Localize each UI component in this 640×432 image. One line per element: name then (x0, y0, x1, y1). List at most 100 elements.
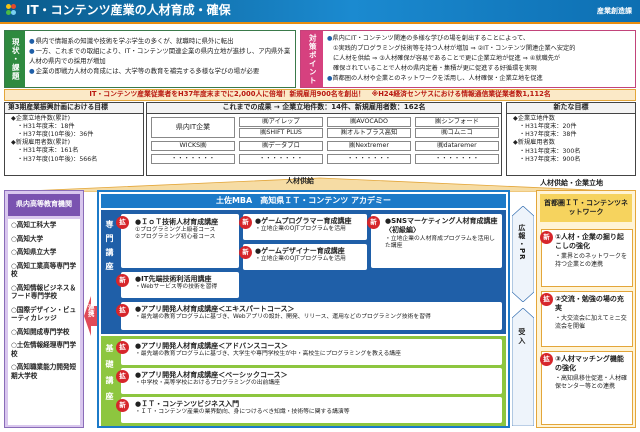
company-cell: ㈱コムニコ (415, 128, 499, 138)
page-header: IT・コンテンツ産業の人材育成・確保 産業創造課 (0, 0, 640, 24)
course-desc: ・立地企業のOJTプログラムを活用 (255, 255, 346, 262)
ukeire-arrow-icon (512, 308, 534, 426)
policy-section: 対策ポイント ●県内にIT・コンテンツ関連の多様な学びの場を創出することによって… (300, 30, 636, 88)
expand-badge: 拡 (116, 370, 129, 383)
course-title: ●ゲームデザイナー育成講座 (255, 247, 345, 255)
expand-badge: 拡 (540, 293, 553, 306)
course-title: ●SNSマーケティング人材育成講座〈初級編〉 (385, 217, 498, 234)
course-card: ●アプリ開発人材育成講座＜エキスパートコース＞ ・最先端の教育プログラムに基づき… (121, 302, 502, 330)
pr-label: 広報・PR (517, 224, 526, 261)
policy-line: に人材を供給 ⇒ ③人材確保が容易であることで更に企業立地が促進 ⇒ ④就職先が (333, 55, 561, 62)
course-title: ●ＩＴ・コンテンツビジネス入門 (135, 400, 240, 408)
ukeire-label: 受入 (517, 328, 526, 346)
network-item: ①人材・企業の掘り起こしの強化 ・業界とのネットワークを持つ企業との連携 (541, 229, 633, 287)
supply-right-label: 人材供給・企業立地 (540, 179, 603, 187)
pr-column: 広報・PR (512, 206, 534, 302)
goal-right-line: ・H37年度末：900名 (519, 155, 581, 163)
course-title: ●アプリ開発人材育成講座＜エキスパートコース＞ (135, 305, 295, 313)
course-title: ●アプリ開発人材育成講座＜アドバンスコース＞ (135, 342, 288, 350)
company-cell: WICKS㈱ (151, 141, 235, 151)
senmon-band: 専門講座 ●ＩｏＴ技術人材育成講座 ①プログラミング上級者コース ②プログラミング… (101, 210, 506, 334)
policy-label: 対策ポイント (301, 31, 323, 87)
new-badge: 新 (116, 274, 129, 287)
policy-line: ●首都圏の人材や企業とのネットワークを活用し、人材確保・企業立地を促進 (327, 75, 543, 82)
network-item: ③人材マッチング機能の強化 ・高知県移住促進・人材確保センター等との連携 (541, 351, 633, 425)
new-badge: 新 (367, 216, 380, 229)
school-item: ○高知職業能力開発短期大学校 (11, 363, 77, 380)
network-item-title: ②交流・勉強の場の充実 (555, 295, 624, 312)
schools-title: 県内高等教育機関 (8, 194, 80, 216)
company-cell: 県内IT企業 (151, 117, 235, 138)
goal-right-line: ◆企業立地件数 (513, 114, 555, 122)
status-label: 現状・課題 (5, 31, 25, 87)
course-desc: ・最先端の教育プログラムに基づき、大学生や専門学校生が中・高校生にプログラミング… (135, 350, 401, 357)
school-item: ○国際デザイン・ビューティカレッジ (11, 305, 77, 323)
status-item: 一方、これまでの取組により、IT・コンテンツ関連企業の県内立地が進捗し、ア内県外… (29, 46, 295, 66)
supply-label: 人材供給 (286, 177, 314, 185)
goal-left-box: 第3期産業振興計画における目標 ◆企業立地件数(累計) ・H31年度末：18件 … (4, 102, 144, 176)
goal-left-lines: ◆企業立地件数(累計) ・H31年度末：18件 ・H37年度(10年後)：36件… (5, 114, 143, 165)
course-desc: ・中学校・高等学校におけるプログラミングの出前講座 (135, 379, 280, 386)
school-item: ○高知情報ビジネス＆フード専門学校 (11, 283, 77, 301)
course-card: ●アプリ開発人材育成講座＜ベーシックコース＞ ・中学校・高等学校におけるプログラ… (121, 368, 502, 394)
company-cell: ㈱SHIFT PLUS (239, 128, 323, 138)
network-item-desc: ・高知県移住促進・人材確保センター等との連携 (555, 375, 628, 390)
schools-box: 県内高等教育機関 ○高知工科大学 ○高知大学 ○高知県立大学 ○高知工業高等専門… (4, 190, 84, 428)
goal-left-title: 第3期産業振興計画における目標 (5, 103, 143, 114)
company-cell: ㈱アイレップ (239, 117, 323, 127)
new-badge: 新 (116, 399, 129, 412)
policy-line: 確保されていることで人材の県内定着・集積が更に促進する好循環を実現 (333, 65, 537, 72)
expand-badge: 拡 (540, 353, 553, 366)
goal-right-line: ・H31年度末：300名 (519, 147, 581, 155)
goal-left-line: ・H37年度(10年後)：566名 (17, 155, 98, 163)
header-decoration-icon (6, 4, 16, 18)
company-cell: ㈱シンフォード (415, 117, 499, 127)
senmon-label: 専門講座 (104, 220, 114, 276)
policy-line: ①実践的プログラミング技術等を持つ人材が増加 ⇒ ②IT・コンテンツ関連企業へ安… (333, 45, 576, 52)
network-item-title: ①人材・企業の掘り起こしの強化 (555, 233, 624, 250)
course-desc: ・最先端の教育プログラムに基づき、Webアプリの設計、開発、リリース、運用などの… (135, 313, 431, 320)
course-desc: ・立地企業のOJTプログラムを活用 (255, 225, 346, 232)
company-cell: ㈱AVOCADO (327, 117, 411, 127)
course-title: ●ＩｏＴ技術人材育成講座 (135, 218, 219, 226)
network-item-title: ③人材マッチング機能の強化 (555, 355, 624, 372)
goal-banner: IT・コンテンツ産業従業者をH37年度末までに2,000人に倍増！新規雇用900… (4, 89, 636, 101)
network-item-desc: ・大交流会に加えてミニ交流会を開催 (555, 315, 627, 330)
course-card: ●ゲームプログラマー育成講座 ・立地企業のOJTプログラムを活用 (243, 214, 367, 240)
course-desc: ・立地企業の人材育成プログラムを活用した講座 (385, 236, 495, 250)
status-section: 現状・課題 県内で情報系の知識や技術を学ぶ学生の多くが、就職時に県外に転出 一方… (4, 30, 296, 88)
company-cell: ・・・・・・・ (415, 154, 499, 164)
school-item: ○高知県立大学 (11, 248, 57, 256)
department-label: 産業創造課 (597, 7, 632, 15)
page-title: IT・コンテンツ産業の人材育成・確保 (26, 3, 231, 17)
link-label: 連携 (86, 304, 95, 317)
company-cell: ㈱オルトプラス高知 (327, 128, 411, 138)
status-item: 企業の即戦力人材の育成には、大学等の教育を補完する多様な学びの場が必要 (29, 66, 295, 76)
schools-list: ○高知工科大学 ○高知大学 ○高知県立大学 ○高知工業高等専門学校 ○高知情報ビ… (8, 219, 80, 425)
company-cell: ㈱Nextremer (327, 141, 411, 151)
course-card: ●ゲームデザイナー育成講座 ・立地企業のOJTプログラムを活用 (243, 244, 367, 270)
school-item: ○高知大学 (11, 234, 44, 243)
goal-right-line: ◆新規雇用者数 (513, 139, 555, 147)
course-title: ●IT先端技術利活用講座 (135, 275, 212, 283)
goal-right-title: 新たな目標 (507, 103, 635, 114)
goal-left-line: ・H37年度(10年後)：36件 (17, 131, 94, 139)
kiso-label: 基礎講座 (104, 344, 114, 408)
status-list: 県内で情報系の知識や技術を学ぶ学生の多くが、就職時に県外に転出 一方、これまでの… (29, 36, 295, 76)
network-box: 首都圏ＩＴ・コンテンツネットワーク ①人材・企業の掘り起こしの強化 ・業界とのネ… (536, 190, 636, 428)
company-cell: ㈱dataremer (415, 141, 499, 151)
course-card: ●ＩｏＴ技術人材育成講座 ①プログラミング上級者コース ②プログラミング初心者コー… (121, 214, 239, 268)
new-badge: 新 (540, 231, 553, 244)
course-desc: ・ＩＴ・コンテンツ産業の業界動向、身につけるべき知識・技術等に関する講演等 (135, 408, 350, 415)
goal-right-line: ・H31年度末：20件 (519, 123, 577, 131)
course-card: ●IT先端技術利活用講座 ・Webサービス等の技術を習得 (121, 272, 239, 298)
policy-text: ●県内にIT・コンテンツ関連の多様な学びの場を創出することによって、 ①実践的プ… (327, 34, 633, 84)
network-title: 首都圏ＩＴ・コンテンツネットワーク (540, 194, 632, 222)
course-desc: ・Webサービス等の技術を習得 (135, 283, 218, 290)
company-cell: ㈱データブロ (239, 141, 323, 151)
goal-right-box: 新たな目標 ◆企業立地件数 ・H31年度末：20件 ・H37年度末：38件 ◆新… (506, 102, 636, 176)
goal-left-line: ・H31年度末：161名 (17, 147, 79, 155)
expand-badge: 拡 (116, 304, 129, 317)
academy-box: 土佐MBA 高知県ＩＴ・コンテンツ アカデミー 専門講座 ●ＩｏＴ技術人材育成講… (97, 190, 510, 428)
new-badge: 新 (239, 246, 252, 259)
